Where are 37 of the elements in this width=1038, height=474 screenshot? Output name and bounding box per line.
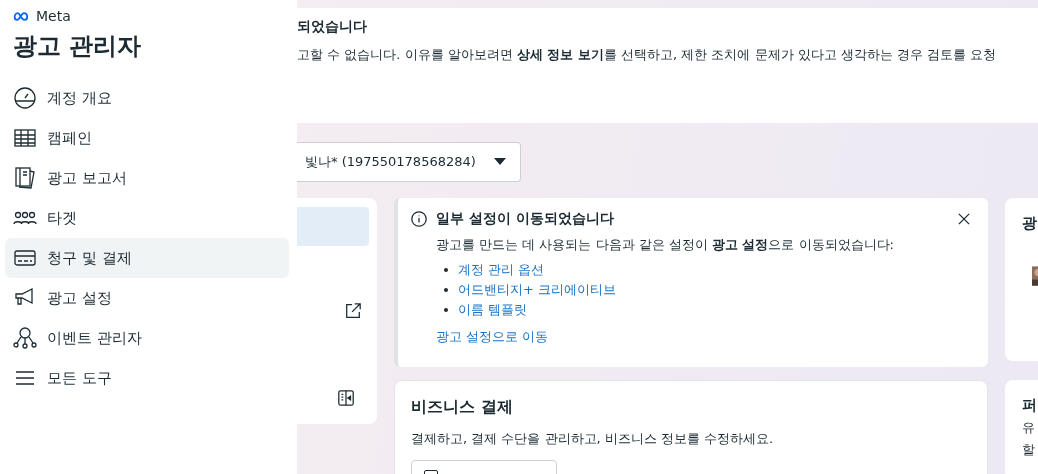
card-title: 비즈니스 결제 [411, 397, 514, 418]
external-link-icon[interactable] [344, 302, 362, 320]
notice-text: 광고를 만드는 데 사용되는 다음과 같은 설정이 광고 설정으로 이동되었습니다: [436, 236, 895, 254]
report-icon [13, 166, 37, 190]
settings-link[interactable]: 이름 템플릿 [458, 301, 528, 319]
caret-icon [494, 158, 506, 166]
bullet-icon [444, 268, 448, 272]
sidebar-item[interactable]: 청구 및 결제 [5, 238, 289, 278]
bullet-icon [444, 288, 448, 292]
meta-logo: Meta [5, 8, 71, 24]
sidebar-item[interactable]: 모든 도구 [5, 358, 289, 398]
card-text: 할 [1022, 441, 1036, 459]
sidebar-item[interactable]: 캠페인 [5, 118, 289, 158]
banner-text: 고할 수 없습니다. 이유를 알아보려면 상세 정보 보기를 선택하고, 제한 조치에 문제가 있다고 생각하는 경우 검토를 요청 [297, 46, 997, 64]
sidebar-item[interactable]: 광고 설정 [5, 278, 289, 318]
settings-link[interactable]: 어드밴티지+ 크리에이티브 [458, 281, 617, 299]
table-icon [13, 126, 37, 150]
bullet-icon [444, 308, 448, 312]
account-dropdown[interactable]: 빛나* (197550178568284) [297, 142, 521, 182]
sidebar-item[interactable]: 광고 보고서 [5, 158, 289, 198]
card-text: 유 [1022, 419, 1036, 437]
sidebar-item[interactable]: 이벤트 관리자 [5, 318, 289, 358]
app-title: 광고 관리자 [12, 31, 142, 62]
banner-title: 되었습니다 [297, 18, 367, 36]
info-icon [410, 210, 428, 228]
notice-title: 일부 설정이 이동되었습니다 [436, 210, 615, 228]
panel-toggle-icon[interactable] [337, 389, 355, 407]
card-text: 결제하고, 결제 수단을 관리하고, 비즈니스 정보를 수정하세요. [411, 430, 775, 448]
card-title: 광 [1022, 214, 1038, 233]
sidebar-item[interactable]: 타겟 [5, 198, 289, 238]
sidebar-item[interactable]: 계정 개요 [5, 78, 289, 118]
network-icon [13, 326, 37, 350]
close-icon[interactable] [958, 213, 970, 225]
gauge-icon [13, 86, 37, 110]
card-title: 퍼 [1022, 396, 1038, 415]
go-to-settings-link[interactable]: 광고 설정으로 이동 [436, 328, 549, 346]
settings-link[interactable]: 계정 관리 옵션 [458, 261, 545, 279]
